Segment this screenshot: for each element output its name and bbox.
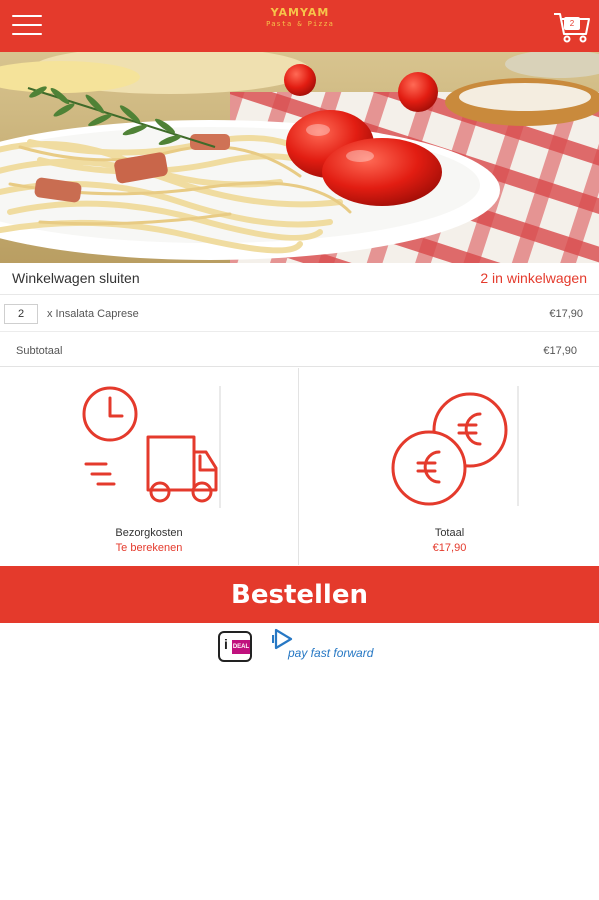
hamburger-line [12, 33, 42, 35]
order-button[interactable]: Bestellen [0, 566, 599, 623]
close-cart-link[interactable]: Winkelwagen sluiten [12, 270, 140, 286]
total-value: €17,90 [432, 542, 467, 554]
logo-text: YAMYAM [270, 6, 330, 19]
subtotal-value: €17,90 [543, 345, 577, 357]
pay-fast-forward-logo: pay fast forward [272, 627, 390, 663]
item-name: x Insalata Caprese [47, 308, 139, 320]
restaurant-logo[interactable]: YAMYAM Pasta & Pizza [262, 6, 338, 46]
menu-button[interactable] [12, 12, 42, 38]
cart-count-badge: 2 [564, 17, 580, 30]
subtotal-label: Subtotaal [16, 345, 63, 357]
cart-button[interactable]: 2 [552, 10, 592, 44]
total-panel: Totaal €17,90 [300, 368, 599, 565]
total-label: Totaal [434, 527, 465, 539]
ideal-text: DEAL [232, 640, 250, 654]
pay-fast-forward-text: pay fast forward [288, 646, 374, 660]
cart-header: Winkelwagen sluiten 2 in winkelwagen [0, 263, 599, 295]
quantity-input[interactable] [4, 304, 38, 324]
top-bar: YAMYAM Pasta & Pizza 2 [0, 0, 599, 52]
ideal-letter: i [224, 636, 228, 652]
logo-subtitle: Pasta & Pizza [266, 20, 334, 28]
delivery-cost-label: Bezorgkosten [115, 527, 183, 539]
delivery-cost-value: Te berekenen [115, 542, 183, 554]
delivery-truck-clock-icon [82, 386, 221, 508]
euro-coins-icon [391, 386, 519, 506]
delivery-cost-panel: Bezorgkosten Te berekenen [0, 368, 299, 565]
cart-item-row: x Insalata Caprese €17,90 [0, 296, 599, 332]
cart-item-count[interactable]: 2 in winkelwagen [480, 270, 587, 286]
subtotal-row: Subtotaal €17,90 [0, 333, 599, 367]
hamburger-line [12, 15, 42, 17]
ideal-logo: i DEAL [218, 631, 252, 662]
item-price: €17,90 [549, 308, 583, 320]
hamburger-line [12, 24, 42, 26]
hero-food-image [0, 52, 599, 263]
